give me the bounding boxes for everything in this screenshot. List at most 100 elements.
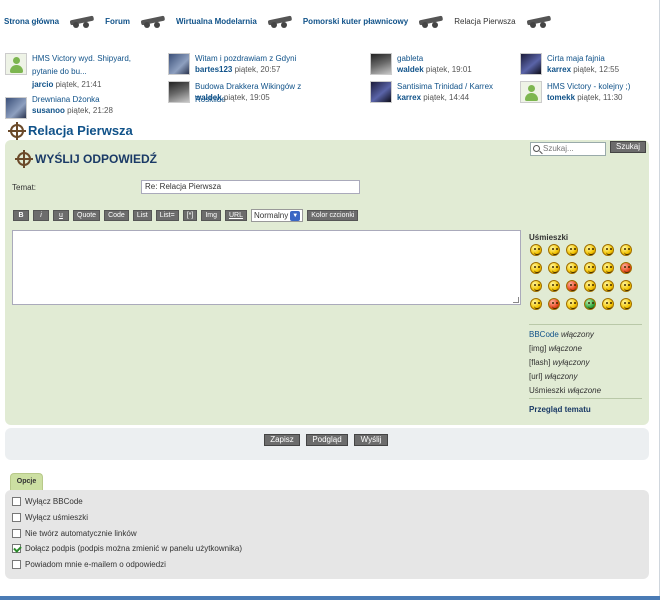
- list-button[interactable]: List: [132, 210, 152, 221]
- list-item-button[interactable]: [*]: [182, 210, 198, 221]
- user-avatar-icon[interactable]: [370, 81, 392, 103]
- smiley-mad-icon[interactable]: [584, 262, 596, 274]
- recent-topic-title[interactable]: Witam i pozdrawiam z Gdyni: [195, 52, 320, 65]
- recent-topic-title[interactable]: gableta: [397, 52, 522, 65]
- smiley-rolling-eyes-icon[interactable]: [584, 280, 596, 292]
- ordered-list-button[interactable]: List=: [155, 210, 179, 221]
- recent-topic-item: Drewniana Dżonka susanoo piątek, 21:28: [5, 93, 155, 127]
- smiley-mr-green-icon[interactable]: [584, 298, 596, 310]
- bold-button[interactable]: B: [13, 210, 29, 221]
- submit-button[interactable]: Wyślij: [354, 434, 388, 446]
- bbcode-status: BBCode włączony: [529, 330, 594, 339]
- recent-topic-author[interactable]: karrex: [547, 65, 571, 74]
- recent-topic-time: piątek, 19:01: [425, 65, 472, 74]
- search-button[interactable]: Szukaj: [610, 141, 646, 153]
- url-button[interactable]: URL: [225, 210, 248, 221]
- smiley-question-icon[interactable]: [620, 280, 632, 292]
- smiley-shocked-icon[interactable]: [620, 244, 632, 256]
- notify-checkbox[interactable]: [12, 560, 21, 569]
- recent-topic-title[interactable]: Cirta maja fajnia: [547, 52, 660, 65]
- attach-signature-checkbox[interactable]: [12, 544, 21, 553]
- user-avatar-icon[interactable]: [5, 53, 27, 75]
- smiley-twisted-evil-icon[interactable]: [566, 280, 578, 292]
- breadcrumb-home[interactable]: Strona główna: [4, 17, 59, 26]
- smiley-idea-icon[interactable]: [530, 298, 542, 310]
- recent-topic-author[interactable]: jarcio: [32, 80, 53, 89]
- recent-topic-title[interactable]: Santisima Trinidad / Karrex: [397, 80, 522, 93]
- img-button[interactable]: Img: [201, 210, 221, 221]
- smiley-very-happy-icon[interactable]: [530, 244, 542, 256]
- recent-topic-author[interactable]: waldek: [397, 65, 424, 74]
- recent-topic-title[interactable]: HMS Victory - kolejny ;): [547, 80, 660, 93]
- recent-topic-item: HMS Victory wyd. Shipyard, pytanie do bu…: [5, 52, 157, 89]
- smiley-crying-icon[interactable]: [548, 280, 560, 292]
- smiley-smile-icon[interactable]: [548, 244, 560, 256]
- search-input[interactable]: Szukaj...: [530, 142, 606, 156]
- topic-title-link[interactable]: Relacja Pierwsza: [28, 123, 133, 138]
- smiley-razz-icon[interactable]: [602, 262, 614, 274]
- smiley-surprised-icon[interactable]: [602, 244, 614, 256]
- recent-topic-time: piątek, 12:55: [573, 65, 620, 74]
- font-color-button[interactable]: Kolor czcionki: [307, 210, 359, 221]
- user-avatar-icon[interactable]: [168, 81, 190, 103]
- recent-topic-author[interactable]: bartes123: [195, 65, 232, 74]
- disable-bbcode-label: Wyłącz BBCode: [25, 497, 83, 506]
- recent-topic-author[interactable]: susanoo: [32, 106, 65, 115]
- message-textarea[interactable]: [12, 230, 521, 305]
- breadcrumb-category[interactable]: Wirtualna Modelarnia: [176, 17, 257, 26]
- smiley-geek-icon[interactable]: [602, 298, 614, 310]
- page-title: Relacja Pierwsza: [8, 121, 133, 140]
- user-avatar-icon[interactable]: [370, 53, 392, 75]
- user-avatar-icon[interactable]: [168, 53, 190, 75]
- font-size-select[interactable]: Normalny ▼: [251, 209, 304, 222]
- tab-options[interactable]: Opcje: [10, 473, 43, 490]
- smiley-sad-icon[interactable]: [584, 244, 596, 256]
- option-notify[interactable]: Powiadom mnie e-mailem o odpowiedzi: [12, 560, 166, 569]
- italic-button[interactable]: i: [33, 210, 49, 221]
- bbcode-state: włączony: [561, 330, 594, 339]
- option-disable-magic-url[interactable]: Nie twórz automatycznie linków: [12, 529, 137, 538]
- user-avatar-icon[interactable]: [520, 81, 542, 103]
- breadcrumb: Strona główna Forum Wirtualna Modelarnia…: [4, 10, 558, 32]
- smiley-embarrassed-icon[interactable]: [530, 280, 542, 292]
- subject-label: Temat:: [12, 183, 37, 192]
- code-button[interactable]: Code: [104, 210, 129, 221]
- subject-input[interactable]: Re: Relacja Pierwsza: [141, 180, 360, 194]
- option-attach-signature[interactable]: Dołącz podpis (podpis można zmienić w pa…: [12, 544, 242, 553]
- user-avatar-icon[interactable]: [5, 97, 27, 119]
- recent-topic-title[interactable]: Drewniana Dżonka: [32, 93, 157, 106]
- attach-signature-label: Dołącz podpis (podpis można zmienić w pa…: [25, 544, 242, 553]
- smiley-evil-icon[interactable]: [620, 262, 632, 274]
- recent-topic-author[interactable]: karrex: [397, 93, 421, 102]
- breadcrumb-forum[interactable]: Forum: [105, 17, 130, 26]
- user-avatar-icon[interactable]: [520, 53, 542, 75]
- disable-smilies-checkbox[interactable]: [12, 513, 21, 522]
- recent-topic-title[interactable]: HMS Victory wyd. Shipyard, pytanie do bu…: [32, 52, 157, 78]
- recent-topic-author[interactable]: waldek: [195, 93, 222, 102]
- smiley-wink-icon[interactable]: [566, 244, 578, 256]
- recent-topic-item: Santisima Trinidad / Karrex karrex piąte…: [370, 80, 520, 114]
- option-disable-smilies[interactable]: Wyłącz uśmieszki: [12, 513, 88, 522]
- smiley-cool-icon[interactable]: [548, 262, 560, 274]
- smiley-exclaim-icon[interactable]: [602, 280, 614, 292]
- preview-button[interactable]: Podgląd: [306, 434, 348, 446]
- smiley-neutral-icon[interactable]: [566, 298, 578, 310]
- recent-topic-author[interactable]: tomekk: [547, 93, 575, 102]
- topic-review-link[interactable]: Przegląd tematu: [529, 405, 591, 414]
- quote-button[interactable]: Quote: [73, 210, 101, 221]
- smiley-confused-icon[interactable]: [530, 262, 542, 274]
- breadcrumb-subforum[interactable]: Pomorski kuter pławnicowy: [303, 17, 408, 26]
- bbcode-link[interactable]: BBCode: [529, 330, 559, 339]
- underline-button[interactable]: u: [53, 210, 69, 221]
- smiley-arrow-icon[interactable]: [548, 298, 560, 310]
- option-disable-bbcode[interactable]: Wyłącz BBCode: [12, 497, 83, 506]
- smiley-ugeek-icon[interactable]: [620, 298, 632, 310]
- resize-grip-icon[interactable]: [513, 297, 519, 303]
- cannon-icon: [141, 15, 165, 28]
- smiley-laughing-icon[interactable]: [566, 262, 578, 274]
- save-button[interactable]: Zapisz: [264, 434, 300, 446]
- recent-topic-time: piątek, 11:30: [577, 93, 623, 102]
- disable-bbcode-checkbox[interactable]: [12, 497, 21, 506]
- breadcrumb-current: Relacja Pierwsza: [454, 16, 516, 26]
- disable-magic-url-checkbox[interactable]: [12, 529, 21, 538]
